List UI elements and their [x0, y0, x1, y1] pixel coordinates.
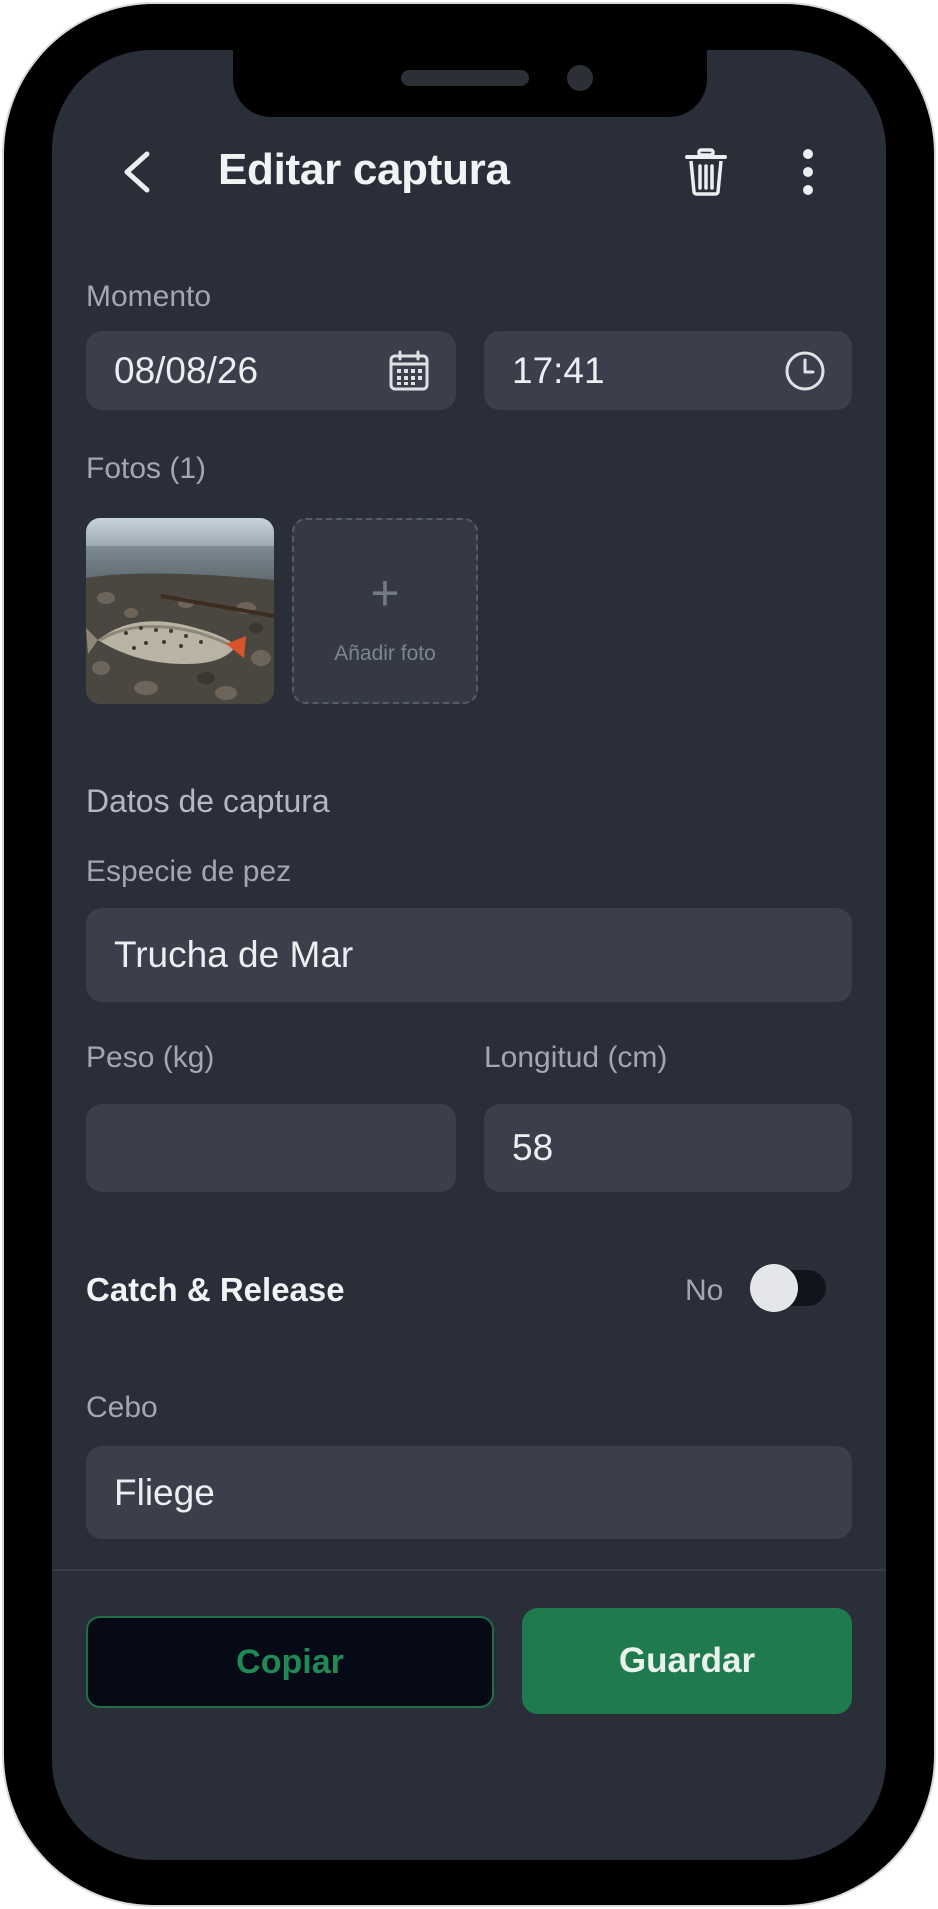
bait-value: Fliege [114, 1471, 215, 1513]
weight-label: Peso (kg) [86, 1041, 215, 1074]
footer-divider [52, 1569, 886, 1571]
species-value: Trucha de Mar [114, 934, 354, 975]
time-field[interactable]: 17:41 [484, 331, 852, 410]
clock-icon [784, 350, 826, 392]
moment-label: Momento [86, 280, 212, 313]
add-photo-button[interactable]: + Añadir foto [292, 518, 478, 704]
weight-input[interactable] [86, 1104, 456, 1192]
catch-release-state: No [685, 1274, 724, 1307]
bait-label: Cebo [86, 1391, 158, 1424]
delete-button[interactable] [678, 140, 734, 204]
plus-icon: + [370, 565, 400, 621]
toggle-knob [750, 1264, 798, 1312]
calendar-icon [388, 350, 430, 392]
device-notch [233, 50, 707, 117]
catch-data-section-title: Datos de captura [86, 783, 330, 819]
catch-release-toggle[interactable] [750, 1264, 826, 1312]
back-button[interactable] [108, 140, 164, 204]
more-vertical-icon [803, 149, 813, 195]
date-field[interactable]: 08/08/26 [86, 331, 456, 410]
copy-button[interactable]: Copiar [86, 1616, 494, 1708]
speaker-grille [401, 70, 529, 86]
catch-photo-thumbnail[interactable] [86, 518, 274, 704]
trash-icon [685, 148, 727, 196]
page-title: Editar captura [218, 145, 510, 194]
fish-photo-image [86, 518, 274, 704]
chevron-left-icon [124, 151, 150, 193]
add-photo-label: Añadir foto [334, 642, 436, 665]
bait-input[interactable]: Fliege [86, 1446, 852, 1539]
more-options-button[interactable] [780, 140, 836, 204]
photos-label: Fotos (1) [86, 452, 207, 485]
species-label: Especie de pez [86, 855, 292, 888]
species-input[interactable]: Trucha de Mar [86, 908, 852, 1002]
length-label: Longitud (cm) [484, 1041, 668, 1074]
save-button[interactable]: Guardar [522, 1608, 852, 1714]
front-camera [567, 65, 593, 91]
length-value: 58 [512, 1127, 554, 1168]
catch-release-label: Catch & Release [86, 1271, 345, 1308]
length-input[interactable]: 58 [484, 1104, 852, 1192]
